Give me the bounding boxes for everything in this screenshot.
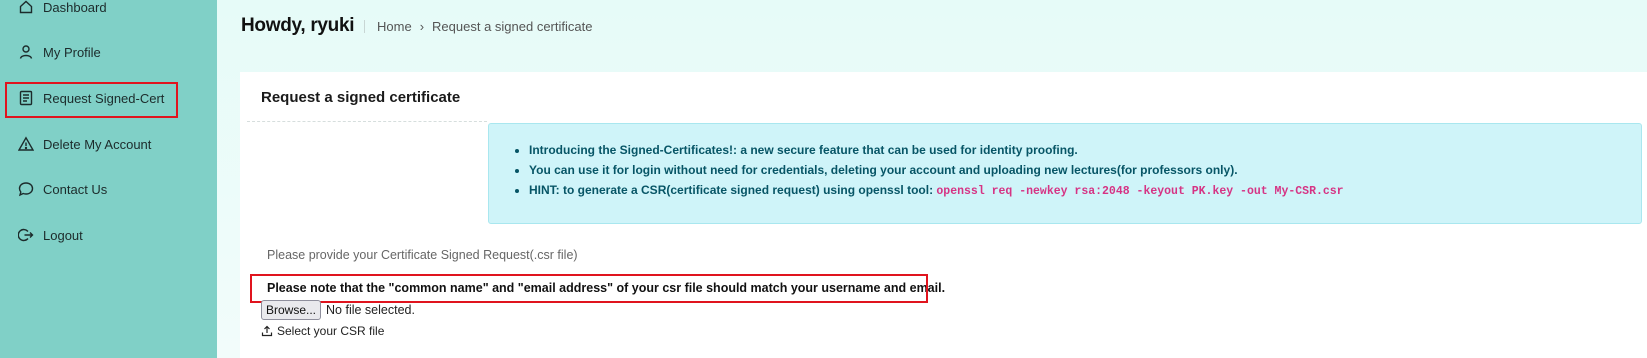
file-status: No file selected.	[326, 303, 415, 317]
info-item: You can use it for login without need fo…	[529, 160, 1344, 180]
hint-text: HINT: to generate a CSR(certificate sign…	[529, 183, 937, 197]
card-title: Request a signed certificate	[261, 89, 461, 106]
sidebar-item-label: Contact Us	[43, 181, 108, 197]
breadcrumb-separator: ›	[419, 19, 425, 34]
select-csr-label[interactable]: Select your CSR file	[261, 324, 384, 338]
provide-csr-label: Please provide your Certificate Signed R…	[267, 248, 578, 262]
page-greeting: Howdy, ryuki	[241, 15, 355, 36]
user-icon	[19, 45, 33, 59]
sidebar-item-label: Delete My Account	[43, 136, 152, 152]
info-alert: Introducing the Signed-Certificates!: a …	[488, 123, 1642, 224]
highlight-box	[5, 82, 178, 118]
select-csr-text: Select your CSR file	[277, 324, 385, 338]
divider	[247, 121, 487, 122]
chat-bubble-icon	[18, 182, 34, 197]
warning-icon	[18, 136, 34, 151]
openssl-command: openssl req -newkey rsa:2048 -keyout PK.…	[936, 185, 1344, 198]
browse-button[interactable]: Browse...	[261, 300, 322, 320]
home-icon	[19, 0, 33, 14]
sidebar-item-contact-us[interactable]: Contact Us	[18, 177, 107, 201]
sidebar-item-label: Dashboard	[43, 0, 107, 15]
info-item: Introducing the Signed-Certificates!: a …	[529, 140, 1344, 160]
highlight-box	[250, 274, 928, 303]
sidebar-item-delete-my-account[interactable]: Delete My Account	[18, 132, 151, 156]
breadcrumb-divider	[364, 20, 365, 33]
info-item-hint: HINT: to generate a CSR(certificate sign…	[529, 180, 1344, 202]
logout-icon	[18, 228, 34, 242]
sidebar-item-dashboard[interactable]: Dashboard	[18, 0, 107, 19]
sidebar-item-logout[interactable]: Logout	[18, 223, 83, 247]
sidebar-item-my-profile[interactable]: My Profile	[18, 40, 101, 64]
breadcrumb: Home › Request a signed certificate	[377, 19, 592, 34]
sidebar-item-label: My Profile	[43, 44, 101, 60]
breadcrumb-home-link[interactable]: Home	[377, 19, 412, 34]
breadcrumb-current: Request a signed certificate	[432, 19, 593, 34]
upload-icon	[261, 325, 273, 337]
sidebar-item-label: Logout	[43, 227, 83, 243]
file-input[interactable]: Browse... No file selected.	[261, 300, 415, 320]
